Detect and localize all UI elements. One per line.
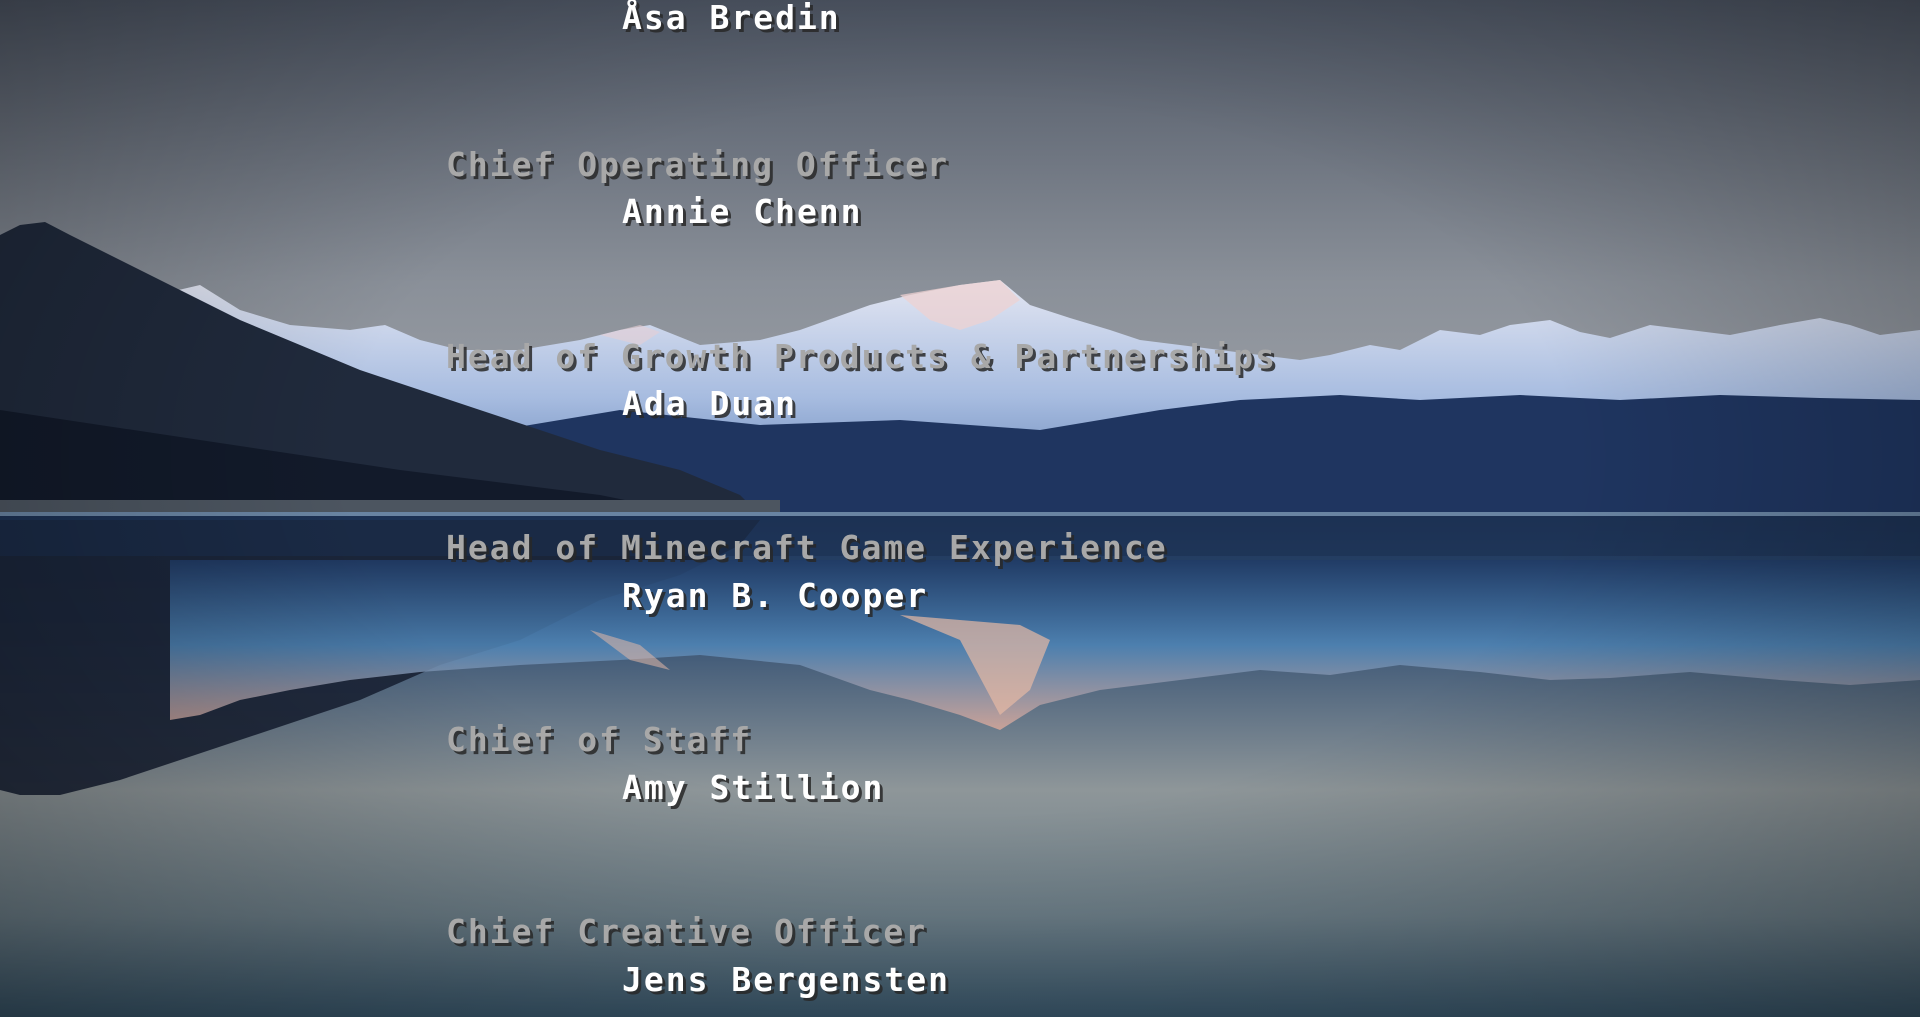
credits-list: Åsa Bredin Chief Operating Officer Annie… [0,0,1920,1017]
credit-name: Jens Bergensten [622,960,951,999]
credit-name: Ada Duan [622,384,797,423]
credit-name: Annie Chenn [622,192,863,231]
credit-name: Amy Stillion [622,768,885,807]
credits-screen: Åsa Bredin Chief Operating Officer Annie… [0,0,1920,1017]
credit-role: Chief Operating Officer [446,145,949,184]
credit-name: Ryan B. Cooper [622,576,929,615]
credit-role: Chief Creative Officer [446,912,928,951]
credit-role: Chief of Staff [446,720,753,759]
credit-role: Head of Growth Products & Partnerships [446,337,1277,376]
credit-role: Head of Minecraft Game Experience [446,528,1168,567]
credit-name: Åsa Bredin [622,0,841,37]
